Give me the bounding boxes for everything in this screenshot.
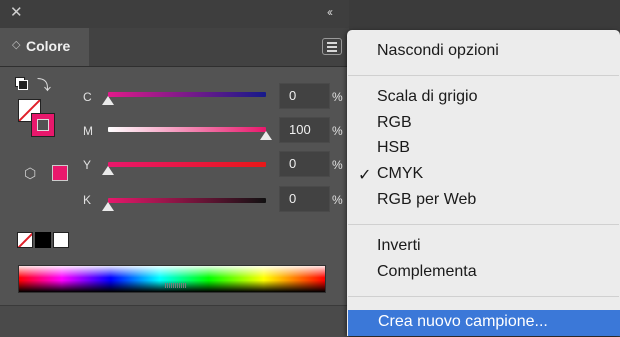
slider-label-y: Y: [83, 158, 92, 172]
expand-icon[interactable]: ◇: [12, 38, 20, 51]
default-fill-stroke-icon[interactable]: [15, 77, 28, 90]
slider-track-c[interactable]: [108, 92, 266, 97]
value-field-y[interactable]: 0: [279, 151, 330, 177]
value-field-m[interactable]: 100: [279, 117, 330, 143]
slider-track-m[interactable]: [108, 127, 266, 132]
slider-thumb-y[interactable]: [102, 166, 114, 175]
panel-tab-row: ◇ Colore: [0, 28, 349, 67]
menu-item-invert[interactable]: Inverti: [377, 237, 421, 255]
menu-item-cmyk[interactable]: CMYK: [377, 165, 423, 183]
unit-label-c: %: [332, 90, 343, 104]
color-panel: ✕ ‹‹ ◇ Colore ⤵ ⬡ C 0 % M 100 % Y 0 % K …: [0, 0, 349, 337]
panel-bottom-area: [0, 305, 349, 337]
menu-item-complement[interactable]: Complementa: [377, 263, 477, 281]
value-field-k[interactable]: 0: [279, 186, 330, 212]
color-spectrum[interactable]: [18, 265, 326, 293]
menu-item-hsb[interactable]: HSB: [377, 139, 410, 157]
panel-menu-button[interactable]: [322, 38, 342, 55]
panel-title: Colore: [26, 38, 71, 54]
white-swatch[interactable]: [53, 232, 69, 248]
menu-separator: [348, 224, 619, 225]
panel-options-menu: Nascondi opzioni Scala di grigio RGB HSB…: [347, 30, 620, 336]
slider-label-k: K: [83, 193, 92, 207]
swap-fill-stroke-icon[interactable]: ⤵: [37, 78, 51, 92]
black-swatch[interactable]: [35, 232, 51, 248]
slider-thumb-m[interactable]: [260, 131, 272, 140]
checkmark-icon: ✓: [358, 167, 372, 184]
menu-item-hide-options[interactable]: Nascondi opzioni: [377, 42, 499, 60]
menu-item-create-swatch[interactable]: Crea nuovo campione...: [348, 310, 620, 336]
resize-grip[interactable]: [165, 283, 187, 288]
unit-label-y: %: [332, 158, 343, 172]
slider-label-m: M: [83, 124, 93, 138]
panel-title-bar: ✕ ‹‹: [0, 0, 349, 28]
slider-thumb-k[interactable]: [102, 202, 114, 211]
none-swatch[interactable]: [17, 232, 33, 248]
unit-label-m: %: [332, 124, 343, 138]
slider-track-k[interactable]: [108, 198, 266, 203]
slider-thumb-c[interactable]: [102, 96, 114, 105]
menu-item-grayscale[interactable]: Scala di grigio: [377, 88, 478, 106]
slider-track-y[interactable]: [108, 162, 266, 167]
menu-item-web-rgb[interactable]: RGB per Web: [377, 191, 476, 209]
menu-item-rgb[interactable]: RGB: [377, 114, 412, 132]
tab-colore[interactable]: ◇ Colore: [0, 28, 89, 66]
slider-label-c: C: [83, 90, 92, 104]
close-icon[interactable]: ✕: [10, 5, 23, 21]
menu-item-create-swatch-label: Crea nuovo campione...: [378, 313, 548, 330]
menu-separator: [348, 296, 619, 297]
menu-separator: [348, 75, 619, 76]
stroke-swatch[interactable]: [31, 113, 55, 137]
value-field-c[interactable]: 0: [279, 83, 330, 109]
unit-label-k: %: [332, 193, 343, 207]
current-color-chip[interactable]: [52, 165, 68, 181]
cube-icon[interactable]: ⬡: [24, 166, 36, 180]
collapse-icon[interactable]: ‹‹: [327, 6, 333, 18]
